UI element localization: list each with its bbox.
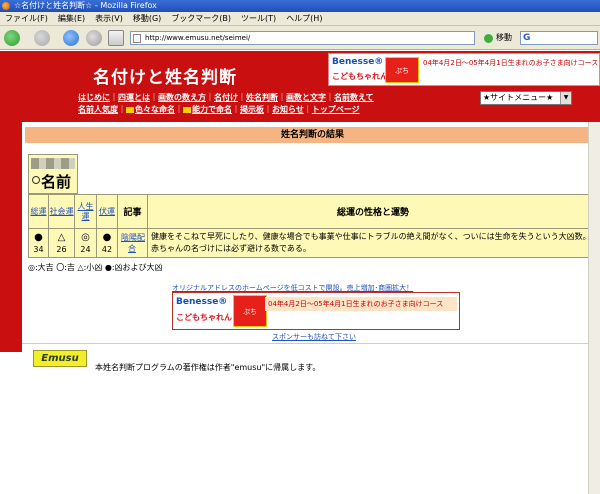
table-row: ● 34 △ 26 ◎ 24 ● 42 陰陽配合 健康をそこねて早死にしたり、健康な場合… [28,228,599,258]
stop-icon[interactable] [86,30,102,46]
ad-brand: Benesse® [332,57,384,67]
cell-total: ● 34 [28,228,49,258]
nav-top[interactable]: トップページ [312,105,360,114]
ad-product: こどもちゃれんじ [176,313,240,322]
header-total[interactable]: 総運 [28,194,49,229]
window-title: ☆名付けと姓名判断☆ - Mozilla Firefox [14,1,157,10]
cell-life: ◎ 24 [74,228,97,258]
nav-ability-naming[interactable]: 能力で命名 [192,105,232,114]
back-icon[interactable] [4,30,20,46]
name-label: 名前 [41,173,72,191]
emusu-logo[interactable]: Emusu [33,350,87,367]
ad-text: 04年4月2日～05年4月1日生まれのお子さま向けコース [265,297,457,311]
home-icon[interactable] [108,30,124,46]
header-social[interactable]: 社会運 [48,194,75,229]
cell-hidden: ● 42 [96,228,118,258]
header-life[interactable]: 人生運 [74,194,97,229]
nav-name-count[interactable]: 名前数えて [334,93,374,102]
page-icon [133,34,141,43]
header-record: 記事 [117,194,148,229]
navigation-toolbar: http://www.emusu.net/seimei/ 移動 G [0,26,600,50]
cell-social: △ 26 [48,228,75,258]
nav-naming[interactable]: 名付け [214,93,238,102]
name-display: 名前 [28,154,78,194]
copyright-text: 本姓名判断プログラムの著作権は作者"emusu"に帰属します。 [95,363,321,372]
ad-banner-top[interactable]: Benesse® こどもちゃれんじ ぷち 04年4月2日～05年4月1日生まれの… [328,53,600,86]
blurred-surname [31,158,75,169]
nav-various-naming[interactable]: 色々な命名 [135,105,175,114]
result-table: 総運 社会運 人生運 伏運 記事 総運の性格と運勢 ● 34 △ 26 ◎ 24 ● 4… [28,194,599,258]
chevron-down-icon[interactable]: ▼ [560,92,571,104]
nav-name-judgment[interactable]: 姓名判断 [246,93,278,102]
site-nav: はじめに｜四運とは｜画数の数え方｜名付け｜姓名判断｜画数と文字｜名前数えて 名前… [78,93,374,114]
site-menu-value: ★サイトメニュー★ [483,93,554,102]
nav-news[interactable]: お知らせ [272,105,304,114]
new-badge-icon [126,106,134,113]
url-text: http://www.emusu.net/seimei/ [145,34,251,42]
ad-tag: ぷち [385,57,419,83]
menu-help[interactable]: ヘルプ(H) [281,12,327,26]
sponsor-link[interactable]: スポンサーも訪ねて下さい [272,332,356,342]
menu-edit[interactable]: 編集(E) [53,12,90,26]
legend: ◎:大吉 〇:吉 △:小凶 ●:凶および大凶 [28,263,163,272]
site-menu-select[interactable]: ★サイトメニュー★ ▼ [480,91,572,105]
ad-banner-bottom[interactable]: Benesse® こどもちゃれんじ ぷち 04年4月2日～05年4月1日生まれの… [172,292,460,330]
menu-bookmarks[interactable]: ブックマーク(B) [166,12,236,26]
forward-icon[interactable] [34,30,50,46]
divider [22,343,600,344]
nav-popularity[interactable]: 名前人気度 [78,105,118,114]
menu-bar: ファイル(F) 編集(E) 表示(V) 移動(G) ブックマーク(B) ツール(T) ヘルプ… [0,12,600,26]
url-input[interactable]: http://www.emusu.net/seimei/ [130,31,475,45]
cell-record[interactable]: 陰陽配合 [117,228,148,258]
ring-icon [32,176,40,184]
scrollbar[interactable] [588,122,600,494]
table-header-row: 総運 社会運 人生運 伏運 記事 総運の性格と運勢 [28,194,599,229]
ad-tag: ぷち [233,295,267,327]
header-hidden[interactable]: 伏運 [96,194,118,229]
ad-text: 04年4月2日～05年4月1日生まれのお子さま向けコース [423,59,599,67]
menu-tools[interactable]: ツール(T) [236,12,281,26]
menu-file[interactable]: ファイル(F) [0,12,53,26]
header-description: 総運の性格と運勢 [147,194,599,229]
nav-stroke-count[interactable]: 画数の数え方 [158,93,206,102]
nav-bbs[interactable]: 掲示板 [240,105,264,114]
result-title: 姓名判断の結果 [25,127,600,143]
reload-icon[interactable] [63,30,79,46]
window-titlebar: ☆名付けと姓名判断☆ - Mozilla Firefox [0,0,600,12]
search-input[interactable]: G [520,31,598,45]
firefox-icon [2,2,10,10]
site-title: 名付けと姓名判断 [93,68,237,88]
nav-strokes-chars[interactable]: 画数と文字 [286,93,326,102]
go-button[interactable]: 移動 [484,31,512,45]
nav-four-fortunes[interactable]: 四運とは [118,93,150,102]
ad-brand: Benesse® [176,297,228,307]
left-sidebar [0,122,22,352]
google-icon: G [523,33,531,43]
nav-intro[interactable]: はじめに [78,93,110,102]
cool-badge-icon [183,106,191,113]
menu-view[interactable]: 表示(V) [90,12,128,26]
menu-go[interactable]: 移動(G) [128,12,166,26]
cell-description: 健康をそこねて早死にしたり、健康な場合でも事業や仕事にトラブルの絶え間がなく、つ… [147,228,599,258]
